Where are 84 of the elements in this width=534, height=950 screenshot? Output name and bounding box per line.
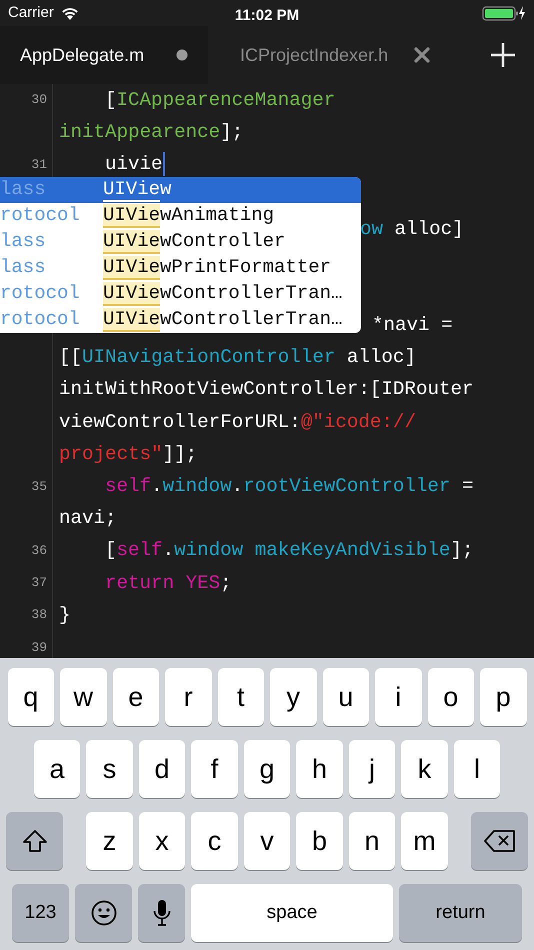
code-line: [ICAppearenceManager bbox=[104, 88, 336, 113]
letter-key[interactable]: a bbox=[34, 740, 80, 798]
letter-key[interactable]: v bbox=[244, 812, 290, 870]
letter-key[interactable]: b bbox=[296, 812, 343, 870]
plus-icon bbox=[490, 42, 516, 68]
letter-key[interactable]: x bbox=[138, 812, 186, 870]
carrier-name: Carrier bbox=[8, 2, 54, 23]
status-time: 11:02 PM bbox=[234, 6, 300, 26]
suggestion-name: UIViewController bbox=[103, 229, 286, 256]
code-line: initAppearence]; bbox=[59, 120, 244, 145]
letter-key[interactable]: w bbox=[60, 668, 106, 726]
letter-key[interactable]: g bbox=[244, 740, 290, 798]
line-number: 35 bbox=[30, 478, 47, 496]
letter-key[interactable]: y bbox=[270, 668, 316, 726]
suggestion-kind: rotocol bbox=[0, 307, 81, 332]
letter-key[interactable]: n bbox=[348, 812, 396, 870]
code-line: initWithRootViewController:[IDRouter bbox=[59, 377, 474, 402]
letter-key[interactable]: s bbox=[86, 740, 133, 798]
letter-key[interactable]: j bbox=[348, 740, 396, 798]
suggestion-kind: lass bbox=[0, 229, 47, 254]
unsaved-dot-icon bbox=[176, 49, 188, 61]
code-line: uivie bbox=[104, 152, 163, 178]
letter-key[interactable]: f bbox=[191, 740, 238, 798]
code-line: navi; bbox=[59, 506, 117, 532]
code-line: ow alloc] bbox=[360, 216, 464, 242]
line-number: 31 bbox=[30, 156, 47, 174]
line-number: 38 bbox=[30, 606, 47, 624]
backspace-icon bbox=[484, 830, 516, 852]
shift-key[interactable] bbox=[6, 812, 63, 870]
suggestion-kind: lass bbox=[0, 177, 47, 202]
letter-key[interactable]: e bbox=[112, 668, 159, 726]
letter-key[interactable]: p bbox=[480, 668, 526, 726]
line-number: 37 bbox=[30, 574, 47, 592]
letter-key[interactable]: h bbox=[296, 740, 343, 798]
suggestion-name: UIViewAnimating bbox=[103, 203, 274, 230]
microphone-icon bbox=[152, 899, 170, 927]
numbers-key[interactable]: 123 bbox=[12, 884, 69, 942]
suggestion-item[interactable]: rotocol UIViewControllerTran… bbox=[0, 306, 361, 333]
suggestion-kind: rotocol bbox=[0, 281, 81, 306]
suggestion-item[interactable]: lass UIView bbox=[0, 176, 361, 203]
close-icon[interactable] bbox=[414, 47, 430, 63]
letter-key[interactable]: q bbox=[8, 668, 54, 726]
letter-key[interactable]: i bbox=[375, 668, 422, 726]
suggestion-item[interactable]: lass UIViewController bbox=[0, 228, 361, 255]
battery-icon bbox=[482, 5, 526, 21]
suggestion-name: UIViewControllerTran… bbox=[103, 281, 342, 308]
delete-key[interactable] bbox=[471, 812, 528, 870]
shift-icon bbox=[22, 829, 48, 853]
letter-key[interactable]: m bbox=[401, 812, 448, 870]
suggestion-name: UIView bbox=[103, 177, 172, 204]
line-number: 36 bbox=[30, 542, 47, 560]
suggestion-item[interactable]: rotocol UIViewControllerTran… bbox=[0, 280, 361, 307]
suggestion-item[interactable]: rotocol UIViewAnimating bbox=[0, 202, 361, 229]
letter-key[interactable]: l bbox=[454, 740, 500, 798]
suggestion-kind: lass bbox=[0, 255, 47, 280]
letter-key[interactable]: c bbox=[191, 812, 238, 870]
line-number: 39 bbox=[30, 638, 47, 657]
letter-key[interactable]: u bbox=[322, 668, 369, 726]
suggestion-name: UIViewPrintFormatter bbox=[103, 255, 332, 282]
wifi-icon bbox=[60, 6, 80, 20]
smiley-icon bbox=[90, 900, 116, 926]
code-line: [[UINavigationController alloc] bbox=[59, 345, 416, 370]
dictation-key[interactable] bbox=[138, 884, 185, 942]
letter-key[interactable]: z bbox=[86, 812, 133, 870]
code-line: [self.window makeKeyAndVisible]; bbox=[104, 538, 474, 564]
letter-key[interactable]: k bbox=[401, 740, 448, 798]
code-line: } bbox=[59, 602, 71, 628]
emoji-key[interactable] bbox=[75, 884, 132, 942]
letter-key[interactable]: r bbox=[165, 668, 212, 726]
code-line: viewControllerForURL:@"icode:// bbox=[59, 410, 416, 435]
letter-key[interactable]: d bbox=[138, 740, 186, 798]
suggestion-name: UIViewControllerTran… bbox=[103, 307, 342, 333]
suggestion-item[interactable]: lass UIViewPrintFormatter bbox=[0, 254, 361, 281]
return-key[interactable]: return bbox=[399, 884, 522, 942]
file-tab[interactable]: AppDelegate.m bbox=[0, 26, 208, 84]
line-number: 30 bbox=[30, 91, 47, 110]
suggestion-kind: rotocol bbox=[0, 203, 81, 228]
letter-key[interactable]: o bbox=[428, 668, 474, 726]
code-line: *navi = bbox=[371, 313, 454, 338]
code-line: self.window.rootViewController = bbox=[104, 474, 474, 499]
space-key[interactable]: space bbox=[191, 884, 393, 942]
code-line: return YES; bbox=[104, 570, 232, 596]
code-line: projects"]]; bbox=[59, 442, 198, 467]
letter-key[interactable]: t bbox=[218, 668, 264, 726]
